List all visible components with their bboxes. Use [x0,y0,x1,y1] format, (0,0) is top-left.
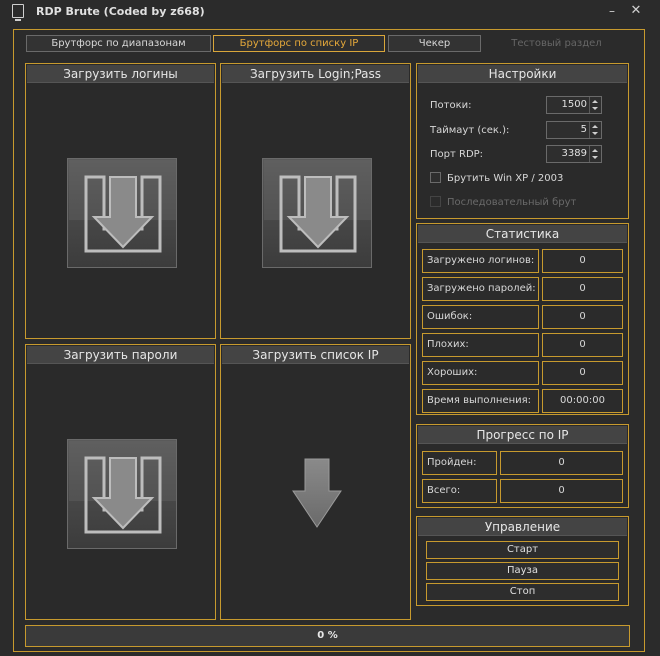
tab-test-section[interactable]: Тестовый раздел [483,35,630,52]
sequential-checkbox[interactable] [430,196,441,207]
progress-text: 0 % [317,630,338,641]
download-arrow-icon[interactable] [67,158,177,268]
load-logins-header[interactable]: Загрузить логины [27,65,214,83]
threads-stepper-arrows-icon[interactable] [589,97,601,113]
close-button[interactable]: ✕ [626,2,646,20]
stat-logins-label: Загружено логинов: [422,249,539,273]
download-arrow-icon-svg [264,160,372,253]
threads-label: Потоки: [430,100,472,111]
stat-good-value: 0 [542,361,623,385]
ip-total-value: 0 [500,479,623,503]
download-arrow-icon[interactable] [67,439,177,549]
load-passwords-panel[interactable]: Загрузить пароли [25,344,216,620]
load-ip-list-header[interactable]: Загрузить список IP [222,346,409,364]
threads-value[interactable]: 1500 [562,97,587,113]
settings-panel: Настройки [416,63,629,219]
download-arrow-icon[interactable] [262,158,372,268]
stat-time-label: Время выполнения: [422,389,539,413]
timeout-stepper-arrows-icon[interactable] [589,122,601,138]
stat-bad-value: 0 [542,333,623,357]
tab-ip-list-brute[interactable]: Брутфорс по списку IP [213,35,385,52]
load-passwords-header[interactable]: Загрузить пароли [27,346,214,364]
stat-bad-label: Плохих: [422,333,539,357]
start-button[interactable]: Старт [426,541,619,559]
port-stepper-arrows-icon[interactable] [589,146,601,162]
threads-stepper[interactable]: 1500 [546,96,602,114]
settings-header: Настройки [418,65,627,83]
port-value[interactable]: 3389 [562,146,587,162]
stat-passwords-label: Загружено паролей: [422,277,539,301]
stat-time-value: 00:00:00 [542,389,623,413]
minimize-button[interactable]: – [602,2,622,20]
port-label: Порт RDP: [430,149,484,160]
window-title: RDP Brute (Coded by z668) [36,5,205,18]
stat-good-label: Хороших: [422,361,539,385]
timeout-value[interactable]: 5 [581,122,587,138]
timeout-label: Таймаут (сек.): [430,125,510,136]
stop-button[interactable]: Стоп [426,583,619,601]
tab-range-brute[interactable]: Брутфорс по диапазонам [26,35,211,52]
progress-bar: 0 % [25,625,630,647]
stat-errors-label: Ошибок: [422,305,539,329]
app-icon [12,4,24,21]
ip-progress-header: Прогресс по IP [418,426,627,444]
title-bar: RDP Brute (Coded by z668) – ✕ [0,0,660,26]
tab-checker[interactable]: Чекер [388,35,481,52]
download-arrow-icon-svg [69,160,177,253]
load-logins-panel[interactable]: Загрузить логины [25,63,216,339]
ip-passed-value: 0 [500,451,623,475]
winxp-checkbox[interactable] [430,172,441,183]
stat-errors-value: 0 [542,305,623,329]
pause-button[interactable]: Пауза [426,562,619,580]
sequential-label[interactable]: Последовательный брут [447,197,576,208]
load-loginpass-panel[interactable]: Загрузить Login;Pass [220,63,411,339]
statistics-header: Статистика [418,225,627,243]
stat-logins-value: 0 [542,249,623,273]
ip-passed-label: Пройден: [422,451,497,475]
stat-passwords-value: 0 [542,277,623,301]
ip-total-label: Всего: [422,479,497,503]
winxp-label[interactable]: Брутить Win XP / 2003 [447,173,563,184]
load-loginpass-header[interactable]: Загрузить Login;Pass [222,65,409,83]
port-stepper[interactable]: 3389 [546,145,602,163]
download-arrow-icon-svg [69,441,177,534]
control-header: Управление [418,518,627,536]
load-ip-list-panel[interactable]: Загрузить список IP [220,344,411,620]
small-download-arrow-icon[interactable] [291,457,343,529]
timeout-stepper[interactable]: 5 [546,121,602,139]
